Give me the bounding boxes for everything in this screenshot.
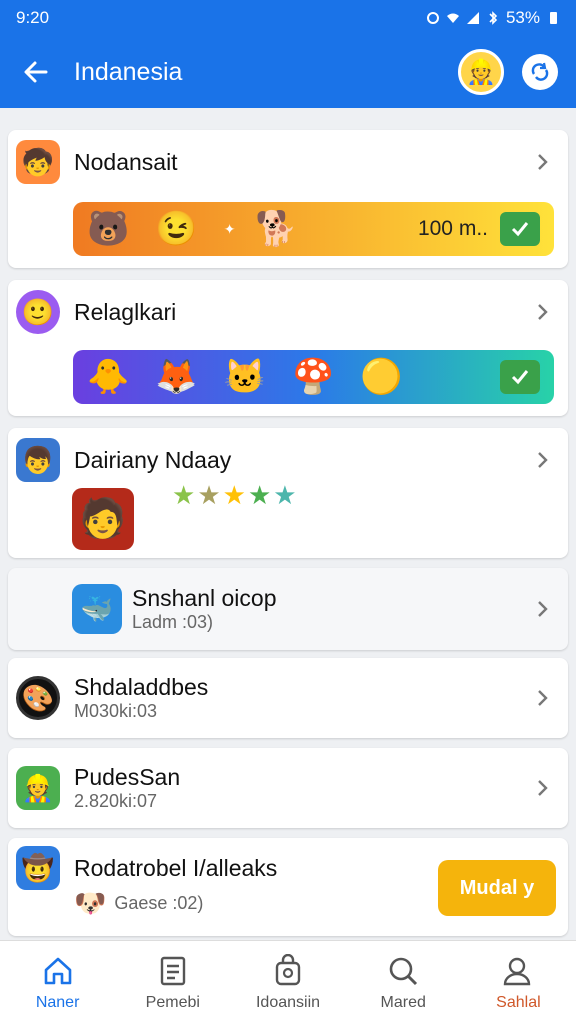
item-name: Nodansait xyxy=(74,148,178,175)
item-subtitle-row: 🐶 Gaese :02) xyxy=(74,888,203,919)
star-icon: ★ xyxy=(247,480,272,510)
item-subtitle: 2.820ki:07 xyxy=(74,791,158,811)
kid-icon: 🧒 xyxy=(16,140,60,184)
smile-icon: 😉 xyxy=(155,210,198,248)
colorful-icon: 🎨 xyxy=(16,676,60,720)
list-item[interactable]: 🎨 Shdaladdbes M030ki:03 xyxy=(8,658,568,738)
home-icon xyxy=(44,957,71,984)
nav-label: Idoansiin xyxy=(255,993,321,1011)
status-time: 9:20 xyxy=(16,8,50,27)
status-bar: 9:20 53% xyxy=(0,0,576,36)
worker-icon: 👷 xyxy=(16,766,60,810)
battery-level: 53% xyxy=(505,8,540,27)
sync-button[interactable] xyxy=(522,54,558,90)
chevron-right-icon xyxy=(538,304,548,320)
nav-label: Naner xyxy=(35,993,80,1011)
nav-list[interactable]: Pemebi xyxy=(115,941,230,1024)
star-icon: ★ xyxy=(197,480,221,510)
character-icon: 🧑 xyxy=(72,488,134,550)
game-banner: 🐥 🦊 🐱 🍄 🟡 xyxy=(73,350,554,404)
page-title: Indanesia xyxy=(74,57,183,86)
back-button[interactable] xyxy=(18,54,54,90)
rating-stars: ★ ★ ★ ★ ★ xyxy=(172,480,297,511)
cat-icon: 🐱 xyxy=(223,358,267,396)
list-item[interactable]: 🤠 Rodatrobel I/alleaks 🐶 Gaese :02) Muda… xyxy=(8,838,568,936)
star-icon: ★ xyxy=(222,480,246,510)
nav-search[interactable]: Mared xyxy=(346,941,461,1024)
puppy-icon: 🐶 xyxy=(74,888,107,918)
alarm-icon xyxy=(426,12,439,24)
status-icons: 53% xyxy=(426,8,560,28)
banner-text: 100 m.. xyxy=(417,217,488,240)
wifi-icon xyxy=(446,13,459,23)
item-name: Dairiany Ndaay xyxy=(74,446,232,473)
arrow-left-icon xyxy=(24,61,48,83)
list-icon xyxy=(160,956,185,985)
chevron-right-icon xyxy=(538,780,548,796)
item-name: PudesSan xyxy=(74,764,181,790)
item-name: Shdaladdbes xyxy=(74,674,209,700)
nav-label: Pemebi xyxy=(145,993,200,1011)
nav-label: Sahlal xyxy=(496,993,541,1011)
bag-icon xyxy=(275,953,301,985)
mudal-button[interactable]: Mudal y xyxy=(438,860,556,916)
list-item[interactable]: 🐳 Snshanl oicop Ladm :03) xyxy=(8,568,568,650)
bottom-nav: Naner Pemebi Idoansiin Mared Sahlal xyxy=(0,940,576,1024)
progress-banner: 🐻 😉 ✦ 🐕 100 m.. xyxy=(73,202,554,256)
face-icon: 🙂 xyxy=(16,290,60,334)
list-item[interactable]: 🙂 Relaglkari 🐥 🦊 🐱 🍄 🟡 xyxy=(8,280,568,416)
nav-home[interactable]: Naner xyxy=(0,941,115,1024)
app-bar: Indanesia 👷 xyxy=(0,36,576,108)
dog-icon: 🐕 xyxy=(255,210,298,248)
check-icon xyxy=(511,222,529,237)
check-button[interactable] xyxy=(500,212,540,246)
avatar-icon: 👷 xyxy=(466,58,496,86)
mushroom-icon: 🍄 xyxy=(292,358,335,396)
item-subtitle: M030ki:03 xyxy=(74,701,158,721)
signal-icon xyxy=(466,12,479,24)
item-subtitle: Gaese :02) xyxy=(114,893,204,913)
chevron-right-icon xyxy=(538,452,548,468)
profile-avatar[interactable]: 👷 xyxy=(458,49,504,95)
star-icon: ★ xyxy=(172,480,196,510)
chevron-right-icon xyxy=(538,601,548,617)
coin-icon: 🟡 xyxy=(360,358,403,396)
explorer-icon: 🤠 xyxy=(16,846,60,890)
battery-icon xyxy=(550,12,557,24)
item-name: Relaglkari xyxy=(74,298,177,325)
check-icon xyxy=(511,370,529,385)
list-item[interactable]: 👷 PudesSan 2.820ki:07 xyxy=(8,748,568,828)
boy-icon: 👦 xyxy=(16,438,60,482)
bird-icon: 🐥 xyxy=(87,358,130,396)
nav-store[interactable]: Idoansiin xyxy=(230,941,345,1024)
search-icon xyxy=(389,957,418,985)
check-button[interactable] xyxy=(500,360,540,394)
sync-icon xyxy=(531,62,549,81)
nav-label: Mared xyxy=(380,993,426,1011)
fox-icon: 🦊 xyxy=(155,358,198,396)
item-subtitle: Ladm :03) xyxy=(132,612,214,632)
nav-profile[interactable]: Sahlal xyxy=(461,941,576,1024)
game-icon: 🐳 xyxy=(72,584,122,634)
star-icon: ★ xyxy=(273,480,297,510)
sparkle-icon: ✦ xyxy=(223,220,236,237)
item-name: Snshanl oicop xyxy=(132,585,277,611)
person-icon xyxy=(504,957,531,985)
bear-icon: 🐻 xyxy=(87,210,130,248)
chevron-right-icon xyxy=(538,154,548,170)
list-item[interactable]: 🧒 Nodansait 🐻 😉 ✦ 🐕 100 m.. xyxy=(8,130,568,268)
bluetooth-icon xyxy=(489,11,498,25)
chevron-right-icon xyxy=(538,690,548,706)
